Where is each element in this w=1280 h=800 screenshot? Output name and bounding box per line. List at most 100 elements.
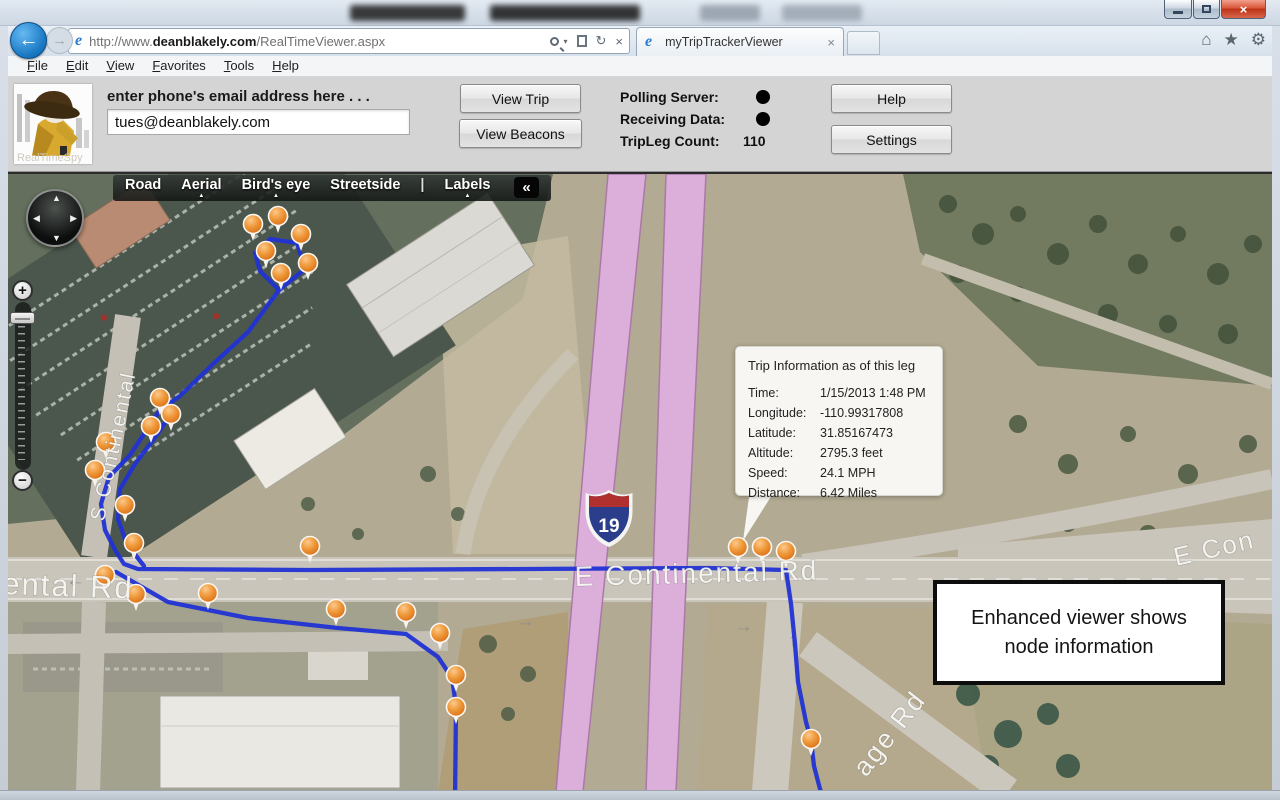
menu-item-help[interactable]: Help <box>263 58 308 73</box>
help-button[interactable]: Help <box>831 84 952 113</box>
tooltip-row: Time:1/15/2013 1:48 PM <box>748 383 932 403</box>
map-style-label: Aerial <box>181 177 221 194</box>
search-icon[interactable] <box>550 37 559 46</box>
map-style-aerial[interactable]: Aerial▲ <box>181 177 221 199</box>
menu-bar: FileEditViewFavoritesToolsHelp <box>8 56 1272 77</box>
map-style-bar: RoadAerial▲Bird's eye▲Streetside|Labels▲… <box>113 175 551 201</box>
browser-tab[interactable]: e myTripTrackerViewer × <box>636 27 844 56</box>
zoom-slider-handle[interactable] <box>10 312 35 324</box>
pan-right-icon[interactable]: ▶ <box>70 213 77 224</box>
svg-text:→: → <box>516 611 535 632</box>
app-toolbar: RealTimeSpy enter phone's email address … <box>8 77 1272 172</box>
tooltip-row-label: Altitude: <box>748 443 820 463</box>
tooltip-title: Trip Information as of this leg <box>748 358 932 373</box>
map-style-label: Bird's eye <box>242 177 311 194</box>
trip-info-tooltip: Trip Information as of this leg Time:1/1… <box>735 346 943 496</box>
browser-chrome: ← → e http://www.deanblakely.com/RealTim… <box>8 26 1272 56</box>
menu-item-favorites[interactable]: Favorites <box>143 58 214 73</box>
map-style-streetside[interactable]: Streetside <box>330 177 400 199</box>
menu-item-tools[interactable]: Tools <box>215 58 263 73</box>
status-value: 110 <box>743 133 766 149</box>
status-label: TripLeg Count: <box>620 133 742 149</box>
compass-control[interactable]: ▲ ▼ ◀ ▶ <box>26 189 84 247</box>
tab-favicon: e <box>645 33 652 51</box>
map-canvas[interactable]: ← → → ↑ 19 E Continental Rdental RdS Con… <box>8 172 1272 790</box>
status-row: TripLeg Count:110 <box>620 130 770 152</box>
status-indicator-dot <box>756 112 770 126</box>
search-dropdown-icon[interactable]: ▾ <box>563 37 567 46</box>
home-icon[interactable]: ⌂ <box>1201 30 1211 50</box>
view-trip-button[interactable]: View Trip <box>460 84 581 113</box>
zoom-slider-track[interactable] <box>15 302 31 470</box>
zoom-in-button[interactable]: + <box>12 280 33 301</box>
menu-item-view[interactable]: View <box>97 58 143 73</box>
callout-line-1: Enhanced viewer shows <box>971 604 1187 633</box>
pan-down-icon[interactable]: ▼ <box>52 233 61 243</box>
tooltip-row: Distance:6.42 Miles <box>748 483 932 503</box>
road-label: ental Rd <box>8 566 134 606</box>
map-style-label: Road <box>125 177 161 194</box>
tab-title: myTripTrackerViewer <box>665 35 827 49</box>
settings-button[interactable]: Settings <box>831 125 952 154</box>
nav-separator: | <box>420 177 424 199</box>
close-button[interactable]: × <box>1221 0 1266 19</box>
favorites-star-icon[interactable]: ★ <box>1224 30 1239 50</box>
road-label: E Continental Rd <box>574 555 818 592</box>
stop-icon[interactable]: × <box>615 34 623 49</box>
email-address-input[interactable] <box>107 109 410 135</box>
collapse-nav-icon[interactable]: « <box>514 177 538 198</box>
close-icon: × <box>1240 2 1248 17</box>
realtimespy-logo: RealTimeSpy <box>14 84 92 164</box>
style-caret-icon: ▲ <box>273 194 279 199</box>
style-caret-icon: ▲ <box>464 194 470 199</box>
tooltip-row: Latitude:31.85167473 <box>748 423 932 443</box>
map-style-label: Labels <box>444 177 490 194</box>
maximize-button[interactable] <box>1193 0 1220 19</box>
back-icon: ← <box>19 29 39 52</box>
menu-item-edit[interactable]: Edit <box>57 58 97 73</box>
svg-text:→: → <box>734 616 753 637</box>
tooltip-row-label: Distance: <box>748 483 820 503</box>
map-style-road[interactable]: Road <box>125 177 161 199</box>
tab-close-icon[interactable]: × <box>827 35 835 50</box>
tooltip-row-value: 2795.3 feet <box>820 443 883 463</box>
status-row: Receiving Data: <box>620 108 770 130</box>
status-block: Polling Server:Receiving Data:TripLeg Co… <box>620 86 770 152</box>
maximize-icon <box>1202 5 1211 13</box>
zoom-ticks <box>18 312 25 460</box>
compatibility-icon[interactable] <box>577 35 587 47</box>
tooltip-row: Altitude:2795.3 feet <box>748 443 932 463</box>
annotation-callout: Enhanced viewer shows node information <box>933 580 1225 685</box>
tooltip-row-value: -110.99317808 <box>820 403 903 423</box>
pan-up-icon[interactable]: ▲ <box>52 193 61 203</box>
refresh-icon[interactable]: ↻ <box>596 33 607 49</box>
redacted-title-text <box>490 5 640 21</box>
tooltip-row-label: Longitude: <box>748 403 820 423</box>
view-beacons-button[interactable]: View Beacons <box>459 119 582 148</box>
style-caret-icon: ▲ <box>198 194 204 199</box>
map-style-labels[interactable]: Labels▲ <box>444 177 490 199</box>
minimize-button[interactable] <box>1164 0 1192 19</box>
tooltip-row-value: 6.42 Miles <box>820 483 877 503</box>
map-style-bird-s-eye[interactable]: Bird's eye▲ <box>242 177 311 199</box>
window-title-bar: × <box>0 0 1280 26</box>
redacted-title-text <box>700 5 760 21</box>
email-address-label: enter phone's email address here . . . <box>107 88 370 105</box>
pan-left-icon[interactable]: ◀ <box>33 213 40 224</box>
forward-button[interactable]: → <box>46 27 73 54</box>
menu-item-file[interactable]: File <box>18 58 57 73</box>
callout-line-2: node information <box>1005 633 1154 662</box>
tooltip-row-value: 24.1 MPH <box>820 463 876 483</box>
redacted-title-text <box>350 5 465 21</box>
minimize-icon <box>1173 11 1183 14</box>
back-button[interactable]: ← <box>10 22 47 59</box>
logo-caption: RealTimeSpy <box>14 152 92 164</box>
tooltip-row-label: Latitude: <box>748 423 820 443</box>
tools-gear-icon[interactable]: ⚙ <box>1251 30 1266 50</box>
zoom-out-button[interactable]: − <box>12 470 33 491</box>
new-tab-button[interactable] <box>847 31 880 55</box>
map-terrain <box>8 174 1272 790</box>
url-text[interactable]: http://www.deanblakely.com/RealTimeViewe… <box>89 34 550 49</box>
status-label: Polling Server: <box>620 89 742 105</box>
address-bar[interactable]: e http://www.deanblakely.com/RealTimeVie… <box>68 28 630 54</box>
